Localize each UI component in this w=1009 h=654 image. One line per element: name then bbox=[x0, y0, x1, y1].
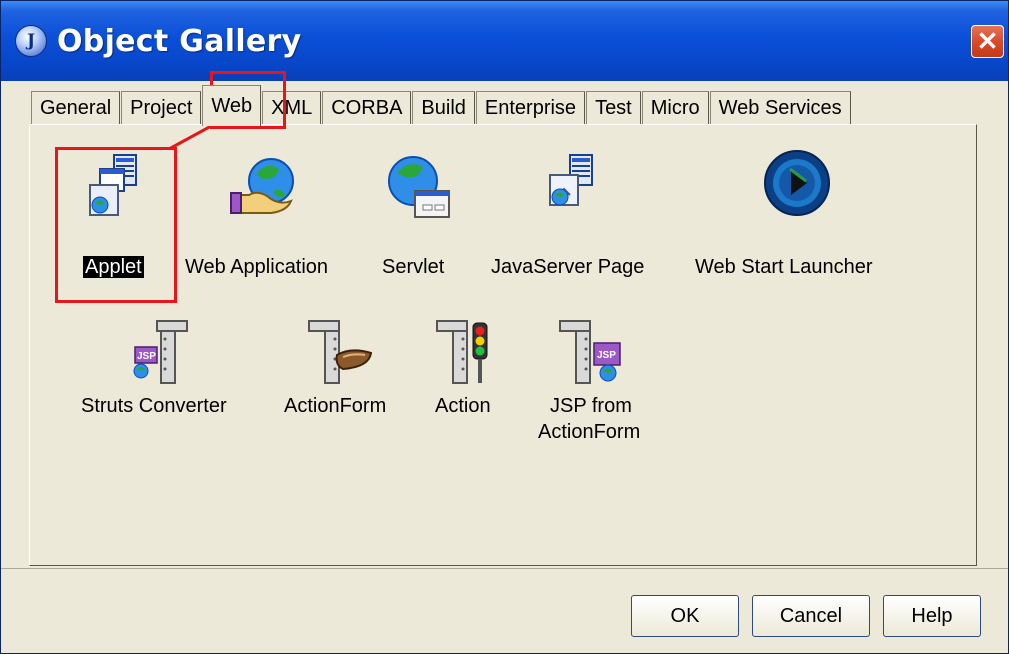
object-gallery-dialog: J Object Gallery ✕ General Project Web X… bbox=[0, 0, 1009, 654]
help-button[interactable]: Help bbox=[883, 595, 981, 637]
button-bar-separator bbox=[1, 568, 1008, 569]
tab-web[interactable]: Web bbox=[202, 85, 262, 126]
ok-button[interactable]: OK bbox=[631, 595, 739, 637]
cancel-button[interactable]: Cancel bbox=[752, 595, 870, 637]
annotation-connector bbox=[168, 123, 214, 151]
